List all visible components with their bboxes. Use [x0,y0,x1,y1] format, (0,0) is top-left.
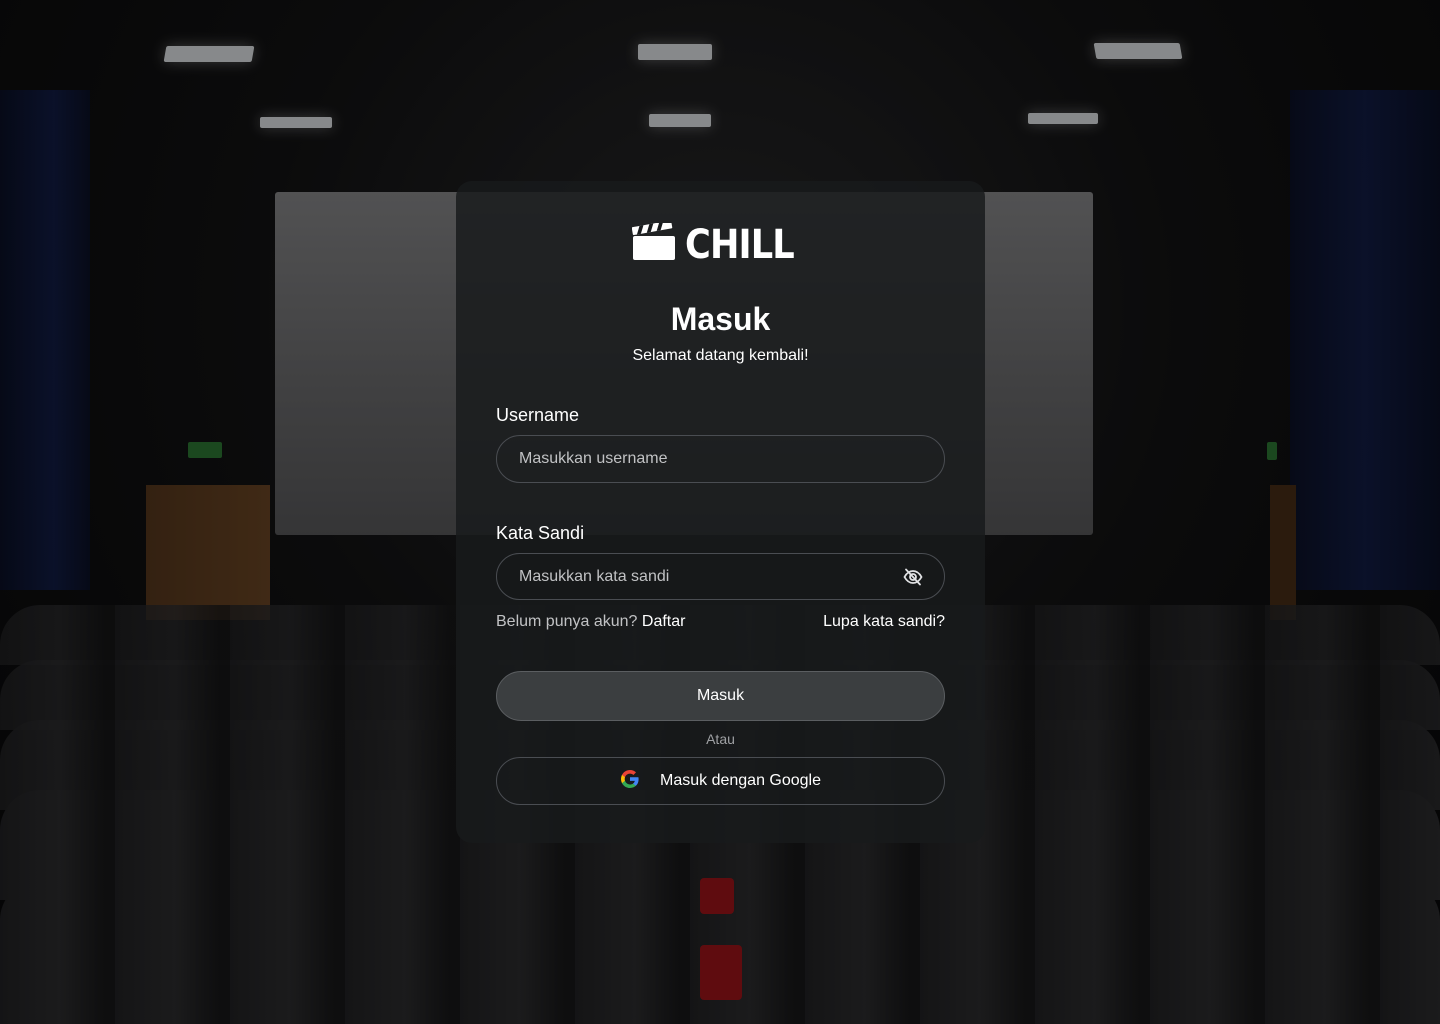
forgot-password-link[interactable]: Lupa kata sandi? [823,613,945,631]
no-account-text: Belum punya akun? [496,613,638,630]
password-label: Kata Sandi [496,523,585,543]
brand-name: CHILL [685,221,795,268]
page-title: Masuk [670,301,771,337]
google-login-label: Masuk dengan Google [660,772,821,789]
login-card: CHILL Masuk Selamat datang kembali! User… [456,181,985,843]
google-login-button[interactable]: Masuk dengan Google [496,757,945,805]
login-page: CHILL Masuk Selamat datang kembali! User… [0,0,1440,1024]
or-divider: Atau [706,731,735,747]
username-field[interactable] [496,435,945,483]
register-link[interactable]: Daftar [642,613,686,630]
brand-logo: CHILL [456,220,985,268]
username-label: Username [496,405,580,425]
auth-links: Belum punya akun? Daftar Lupa kata sandi… [496,613,945,631]
username-input[interactable] [517,449,924,469]
register-prompt: Belum punya akun? Daftar [496,613,685,631]
clapperboard-icon [631,220,676,266]
eye-off-icon[interactable] [902,566,924,588]
google-icon [620,769,640,794]
login-button[interactable]: Masuk [496,671,945,721]
password-field[interactable] [496,553,945,600]
password-input[interactable] [517,566,902,587]
page-subtitle: Selamat datang kembali! [632,347,809,364]
